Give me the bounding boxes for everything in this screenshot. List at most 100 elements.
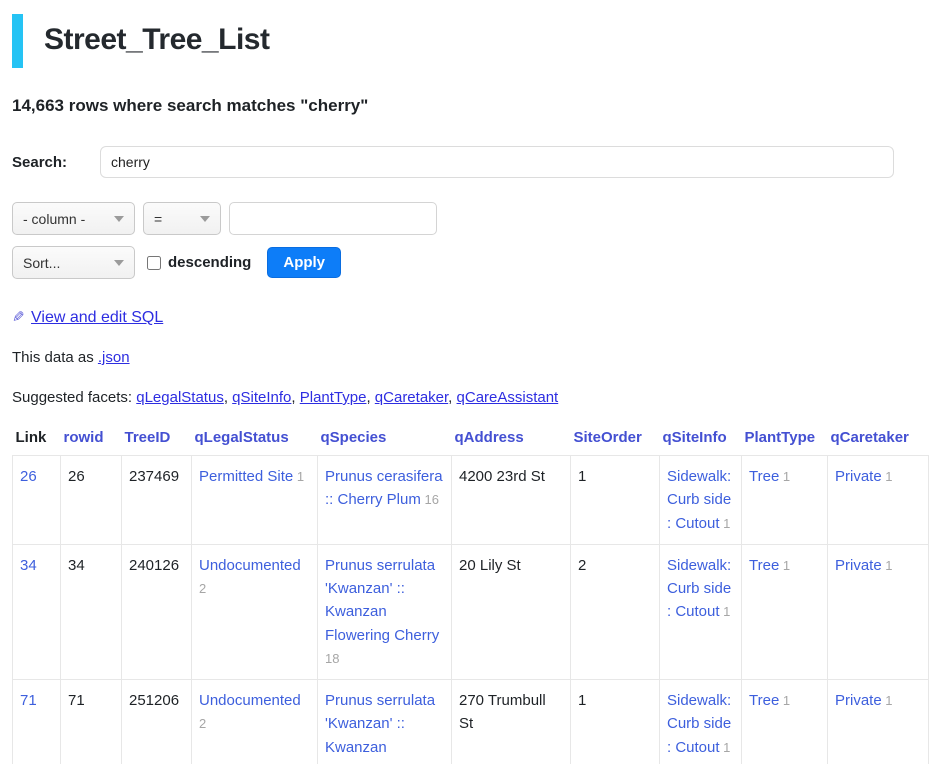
cell-TreeID: 240126 [122,544,192,679]
facet-count-badge: 1 [882,693,893,708]
cell-link-Link[interactable]: 71 [20,692,37,709]
facet-count-badge: 1 [882,469,893,484]
column-header-link-qAddress[interactable]: qAddress [455,429,524,446]
facet-count-badge: 16 [421,492,439,507]
cell-PlantType: Tree 1 [742,680,828,764]
cell-rowid: 26 [61,456,122,545]
column-header-qLegalStatus[interactable]: qLegalStatus [192,427,318,456]
facet-link-qLegalStatus[interactable]: qLegalStatus [136,389,224,406]
filter-value-input[interactable] [229,202,437,235]
pencil-icon: ✎ [12,308,25,326]
facets-prefix: Suggested facets: [12,389,136,406]
cell-link-qSpecies[interactable]: Prunus serrulata 'Kwanzan' :: Kwanzan Fl… [325,692,439,764]
facet-link-qCareAssistant[interactable]: qCareAssistant [457,389,559,406]
filter-row: - column - = [12,202,928,235]
descending-wrap: descending [147,254,251,271]
cell-Link: 26 [13,456,61,545]
cell-TreeID: 251206 [122,680,192,764]
sort-select[interactable]: Sort... [12,246,135,279]
facet-count-badge: 1 [720,740,731,755]
cell-rowid: 34 [61,544,122,679]
view-edit-sql-link[interactable]: View and edit SQL [31,309,163,326]
search-input[interactable] [100,146,894,178]
cell-link-qCaretaker[interactable]: Private [835,468,882,485]
column-select-wrap: - column - [12,202,135,235]
table-header-row: Linkrowid TreeID qLegalStatus qSpecies qAddr… [13,427,929,456]
cell-PlantType: Tree 1 [742,456,828,545]
column-header-rowid[interactable]: rowid [61,427,122,456]
cell-SiteOrder: 1 [571,680,660,764]
cell-qSpecies: Prunus serrulata 'Kwanzan' :: Kwanzan Fl… [318,680,452,764]
cell-qSiteInfo: Sidewalk: Curb side : Cutout 1 [660,544,742,679]
table-row: 7171251206Undocumented 2Prunus serrulata… [13,680,929,764]
results-table: Linkrowid TreeID qLegalStatus qSpecies qAddr… [12,427,929,764]
cell-qLegalStatus: Undocumented 2 [192,544,318,679]
cell-link-qLegalStatus[interactable]: Undocumented [199,692,301,709]
cell-qSpecies: Prunus serrulata 'Kwanzan' :: Kwanzan Fl… [318,544,452,679]
column-header-qSpecies[interactable]: qSpecies [318,427,452,456]
facet-count-badge: 18 [325,651,339,666]
column-header-qCaretaker[interactable]: qCaretaker [828,427,929,456]
cell-qAddress: 20 Lily St [452,544,571,679]
cell-link-Link[interactable]: 34 [20,557,37,574]
cell-link-PlantType[interactable]: Tree [749,557,779,574]
cell-link-qLegalStatus[interactable]: Undocumented [199,557,301,574]
data-as-row: This data as .json [12,349,928,366]
facet-count-badge: 1 [293,469,304,484]
column-header-link-qSiteInfo[interactable]: qSiteInfo [663,429,727,446]
cell-link-qLegalStatus[interactable]: Permitted Site [199,468,293,485]
search-label: Search: [12,154,100,171]
cell-rowid: 71 [61,680,122,764]
column-header-qSiteInfo[interactable]: qSiteInfo [660,427,742,456]
facet-count-badge: 1 [779,558,790,573]
column-header-Link: Link [13,427,61,456]
op-select-wrap: = [143,202,221,235]
descending-label: descending [168,254,251,271]
descending-checkbox[interactable] [147,256,161,270]
table-row: 2626237469Permitted Site 1Prunus cerasif… [13,456,929,545]
facet-count-badge: 2 [199,581,206,596]
facet-count-badge: 1 [882,558,893,573]
column-header-SiteOrder[interactable]: SiteOrder [571,427,660,456]
cell-link-qCaretaker[interactable]: Private [835,692,882,709]
column-header-link-rowid[interactable]: rowid [64,429,104,446]
column-header-link-qLegalStatus[interactable]: qLegalStatus [195,429,289,446]
cell-qCaretaker: Private 1 [828,544,929,679]
page: Street_Tree_List 14,663 rows where searc… [0,14,940,764]
filter-op-select[interactable]: = [143,202,221,235]
column-header-link-qSpecies[interactable]: qSpecies [321,429,387,446]
column-header-TreeID[interactable]: TreeID [122,427,192,456]
apply-button[interactable]: Apply [267,247,341,278]
sort-select-wrap: Sort... [12,246,135,279]
facet-link-qSiteInfo[interactable]: qSiteInfo [232,389,291,406]
column-header-link-PlantType[interactable]: PlantType [745,429,816,446]
facet-count-badge: 2 [199,716,206,731]
column-header-PlantType[interactable]: PlantType [742,427,828,456]
cell-Link: 71 [13,680,61,764]
filter-column-select[interactable]: - column - [12,202,135,235]
cell-link-qSpecies[interactable]: Prunus serrulata 'Kwanzan' :: Kwanzan Fl… [325,557,439,644]
facet-link-PlantType[interactable]: PlantType [300,389,367,406]
sql-row: ✎ View and edit SQL [12,308,928,327]
cell-SiteOrder: 1 [571,456,660,545]
cell-link-PlantType[interactable]: Tree [749,468,779,485]
facet-count-badge: 1 [779,693,790,708]
cell-link-PlantType[interactable]: Tree [749,692,779,709]
column-header-link-TreeID[interactable]: TreeID [125,429,171,446]
column-header-link-qCaretaker[interactable]: qCaretaker [831,429,909,446]
cell-qSiteInfo: Sidewalk: Curb side : Cutout 1 [660,456,742,545]
cell-Link: 34 [13,544,61,679]
column-header-link-SiteOrder[interactable]: SiteOrder [574,429,642,446]
cell-qCaretaker: Private 1 [828,680,929,764]
facet-link-qCaretaker[interactable]: qCaretaker [375,389,448,406]
cell-qCaretaker: Private 1 [828,456,929,545]
page-title: Street_Tree_List [12,14,928,68]
cell-SiteOrder: 2 [571,544,660,679]
column-header-qAddress[interactable]: qAddress [452,427,571,456]
facet-count-badge: 1 [720,516,731,531]
json-link[interactable]: .json [98,349,130,366]
data-as-prefix: This data as [12,349,98,366]
cell-qSiteInfo: Sidewalk: Curb side : Cutout 1 [660,680,742,764]
cell-link-qCaretaker[interactable]: Private [835,557,882,574]
cell-link-Link[interactable]: 26 [20,468,37,485]
